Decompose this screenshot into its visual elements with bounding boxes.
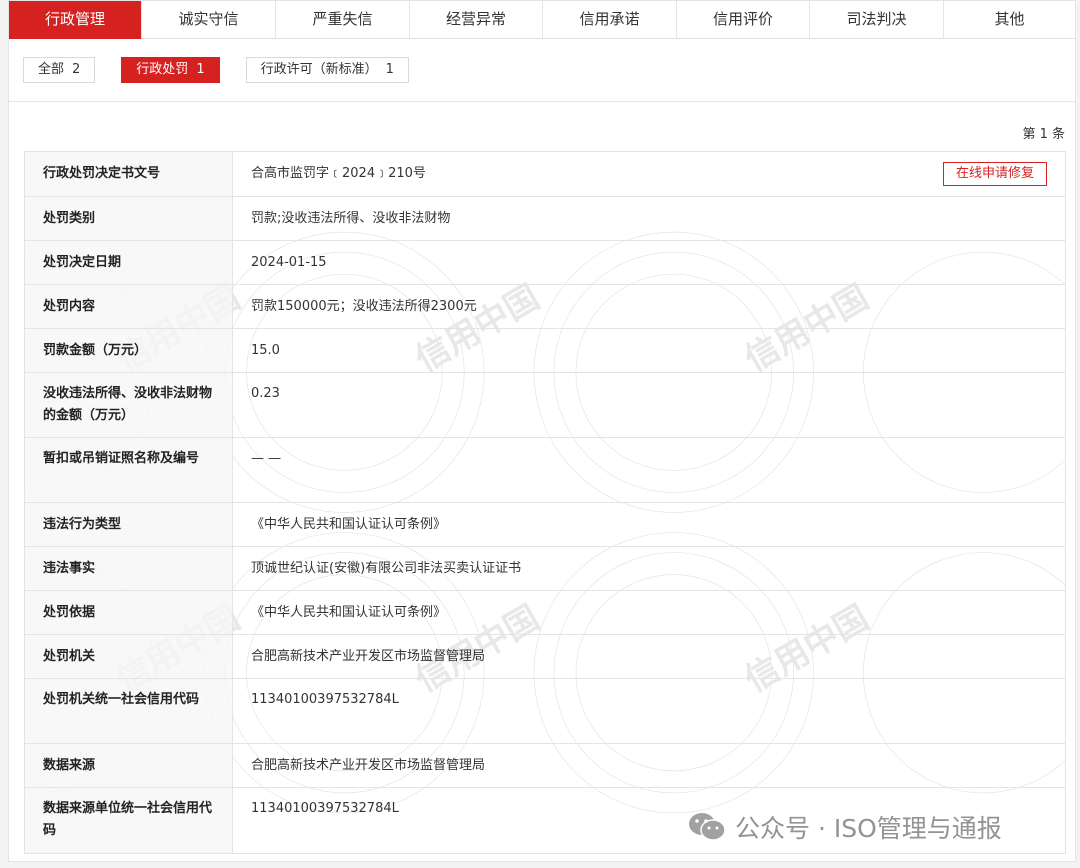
decision-number: 合高市监罚字﹝2024﹞210号 <box>251 166 426 181</box>
watermark-caption: 公众号 · ISO管理与通报 <box>735 814 1002 843</box>
filter-label: 行政处罚 <box>136 62 189 77</box>
table-row: 罚款金额（万元） 15.0 <box>25 329 1065 373</box>
field-label: 处罚决定日期 <box>25 241 233 284</box>
table-row: 处罚类别 罚款;没收违法所得、没收非法财物 <box>25 197 1065 241</box>
field-label: 暂扣或吊销证照名称及编号 <box>25 438 233 502</box>
divider <box>9 101 1075 102</box>
field-value: 0.23 <box>251 386 280 401</box>
field-label: 处罚类别 <box>25 197 233 240</box>
result-count: 第 1 条 <box>1022 127 1065 142</box>
field-value: 《中华人民共和国认证认可条例》 <box>251 604 447 620</box>
tab-other[interactable]: 其他 <box>944 1 1075 39</box>
field-value: 罚款150000元；没收违法所得2300元 <box>251 298 477 314</box>
field-label: 处罚机关 <box>25 635 233 678</box>
field-value: 《中华人民共和国认证认可条例》 <box>251 516 447 532</box>
field-label: 违法行为类型 <box>25 503 233 546</box>
field-value: 2024-01-15 <box>251 254 327 270</box>
tab-credit-commitment[interactable]: 信用承诺 <box>543 1 677 39</box>
filter-bar: 全部 2 行政处罚 1 行政许可（新标准） 1 <box>23 57 409 83</box>
table-row: 处罚机关统一社会信用代码 11340100397532784L <box>25 679 1065 744</box>
online-repair-button[interactable]: 在线申请修复 <box>942 162 1047 186</box>
filter-count: 2 <box>72 62 81 77</box>
table-row: 处罚内容 罚款150000元；没收违法所得2300元 <box>25 285 1065 329</box>
tab-judicial-judgment[interactable]: 司法判决 <box>810 1 944 39</box>
field-label: 违法事实 <box>25 547 233 590</box>
penalty-detail-table: 信用中国 信用中国 信用中国 信用中国 信用中国 信用中国 行政处罚决定书文号 … <box>24 151 1066 854</box>
table-row: 违法行为类型 《中华人民共和国认证认可条例》 <box>25 503 1065 547</box>
category-tabs: 行政管理 诚实守信 严重失信 经营异常 信用承诺 信用评价 司法判决 其他 <box>9 1 1075 39</box>
field-value: 顶诚世纪认证(安徽)有限公司非法买卖认证证书 <box>251 560 522 576</box>
field-value: 合高市监罚字﹝2024﹞210号 在线申请修复 <box>233 152 1065 196</box>
filter-count: 1 <box>385 62 394 77</box>
filter-all[interactable]: 全部 2 <box>23 57 96 83</box>
field-value: — — <box>251 451 282 466</box>
credit-record-panel: 行政管理 诚实守信 严重失信 经营异常 信用承诺 信用评价 司法判决 其他 全部… <box>8 0 1076 862</box>
field-label: 罚款金额（万元） <box>25 329 233 372</box>
table-row: 处罚决定日期 2024-01-15 <box>25 241 1065 285</box>
table-row: 处罚机关 合肥高新技术产业开发区市场监督管理局 <box>25 635 1065 679</box>
wechat-watermark: 公众号 · ISO管理与通报 <box>687 807 1002 847</box>
table-row: 暂扣或吊销证照名称及编号 — — <box>25 438 1065 503</box>
field-label: 处罚机关统一社会信用代码 <box>25 679 233 743</box>
field-label: 数据来源 <box>25 744 233 787</box>
field-label: 数据来源单位统一社会信用代码 <box>25 788 233 853</box>
field-label: 行政处罚决定书文号 <box>25 152 233 196</box>
filter-label: 行政许可（新标准） <box>260 62 378 77</box>
filter-admin-penalty[interactable]: 行政处罚 1 <box>121 57 220 83</box>
wechat-icon <box>689 813 726 841</box>
table-row: 没收违法所得、没收非法财物的金额（万元） 0.23 <box>25 373 1065 438</box>
field-value: 11340100397532784L <box>251 692 399 707</box>
tab-honesty[interactable]: 诚实守信 <box>142 1 276 39</box>
field-value: 15.0 <box>251 342 280 358</box>
table-row: 行政处罚决定书文号 合高市监罚字﹝2024﹞210号 在线申请修复 <box>25 152 1065 197</box>
tab-credit-evaluation[interactable]: 信用评价 <box>677 1 810 39</box>
filter-admin-license[interactable]: 行政许可（新标准） 1 <box>245 57 409 83</box>
table-row: 数据来源 合肥高新技术产业开发区市场监督管理局 <box>25 744 1065 788</box>
table-row: 处罚依据 《中华人民共和国认证认可条例》 <box>25 591 1065 635</box>
filter-count: 1 <box>196 62 205 77</box>
filter-label: 全部 <box>38 62 65 77</box>
field-label: 处罚内容 <box>25 285 233 328</box>
tab-admin-management[interactable]: 行政管理 <box>9 1 142 39</box>
field-label: 没收违法所得、没收非法财物的金额（万元） <box>25 373 233 437</box>
field-value: 合肥高新技术产业开发区市场监督管理局 <box>251 648 486 664</box>
tab-serious-dishonesty[interactable]: 严重失信 <box>276 1 410 39</box>
tab-business-abnormal[interactable]: 经营异常 <box>410 1 543 39</box>
field-value: 合肥高新技术产业开发区市场监督管理局 <box>251 757 486 773</box>
field-label: 处罚依据 <box>25 591 233 634</box>
field-value: 罚款;没收违法所得、没收非法财物 <box>251 210 451 226</box>
table-row: 违法事实 顶诚世纪认证(安徽)有限公司非法买卖认证证书 <box>25 547 1065 591</box>
